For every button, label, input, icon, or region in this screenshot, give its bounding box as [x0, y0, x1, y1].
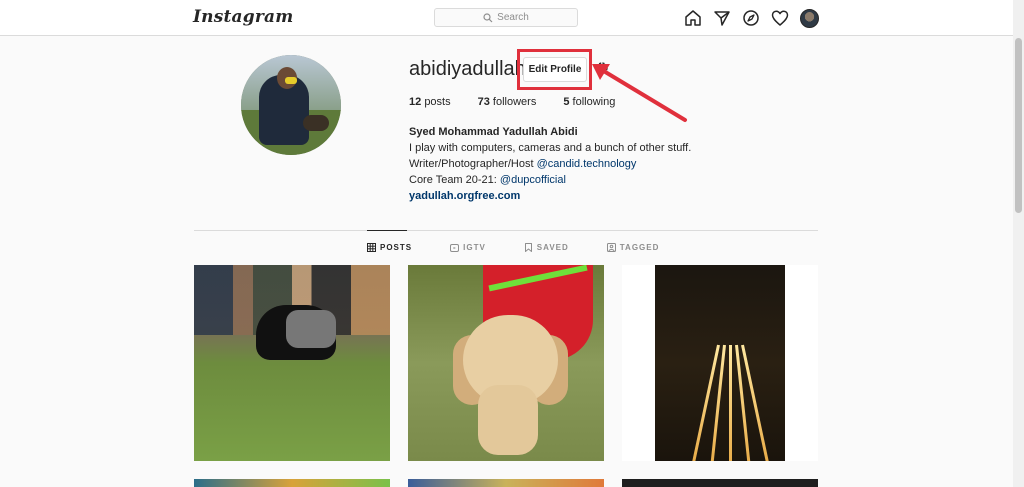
search-input[interactable]: Search — [434, 8, 578, 27]
following-stat[interactable]: 5 following — [563, 96, 615, 108]
avatar — [799, 8, 819, 28]
scrollbar[interactable] — [1013, 0, 1024, 487]
tag-icon — [606, 243, 616, 252]
profile-picture[interactable] — [241, 55, 341, 155]
active-tab-indicator — [367, 230, 407, 231]
post-thumbnail[interactable] — [408, 479, 604, 487]
explore-icon[interactable] — [741, 8, 761, 28]
posts-stat[interactable]: 12 posts — [409, 96, 451, 108]
profile-avatar-icon[interactable] — [799, 8, 819, 28]
top-nav-bar: Instagram Search — [0, 0, 1024, 36]
profile-username: abidiyadullah — [409, 58, 526, 80]
followers-stat[interactable]: 73 followers — [478, 96, 537, 108]
instagram-logo[interactable]: Instagram — [193, 7, 293, 27]
profile-tabs: POSTS IGTV SAVED TAGGED — [367, 243, 697, 252]
profile-full-name: Syed Mohammad Yadullah Abidi — [409, 126, 578, 138]
scrollbar-thumb[interactable] — [1015, 38, 1022, 213]
tab-igtv[interactable]: IGTV — [450, 243, 486, 252]
heart-icon[interactable] — [770, 8, 790, 28]
annotation-arrow-icon — [592, 64, 687, 122]
bio-line: Writer/Photographer/Host @candid.technol… — [409, 158, 637, 170]
bio-line: I play with computers, cameras and a bun… — [409, 142, 692, 154]
bookmark-icon — [524, 243, 533, 252]
profile-bio: Syed Mohammad Yadullah Abidi I play with… — [409, 124, 691, 204]
nav-icons — [683, 8, 819, 28]
profile-stats: 12 posts 73 followers 5 following — [409, 96, 642, 108]
post-thumbnail[interactable] — [622, 265, 818, 461]
bio-line: Core Team 20-21: @dupcofficial — [409, 174, 566, 186]
post-thumbnail[interactable] — [194, 265, 390, 461]
tab-posts[interactable]: POSTS — [367, 243, 412, 252]
tab-tagged[interactable]: TAGGED — [606, 243, 660, 252]
grid-icon — [367, 243, 376, 252]
mention-link[interactable]: @candid.technology — [537, 158, 637, 170]
post-thumbnail[interactable] — [408, 265, 604, 461]
mention-link[interactable]: @dupcofficial — [500, 174, 566, 186]
post-thumbnail[interactable] — [622, 479, 818, 487]
igtv-icon — [450, 243, 460, 252]
search-icon — [483, 12, 493, 23]
website-link[interactable]: yadullah.orgfree.com — [409, 188, 691, 204]
direct-icon[interactable] — [712, 8, 732, 28]
tab-saved[interactable]: SAVED — [524, 243, 569, 252]
search-placeholder: Search — [497, 12, 529, 23]
tab-divider — [194, 230, 818, 231]
post-thumbnail[interactable] — [194, 479, 390, 487]
home-icon[interactable] — [683, 8, 703, 28]
